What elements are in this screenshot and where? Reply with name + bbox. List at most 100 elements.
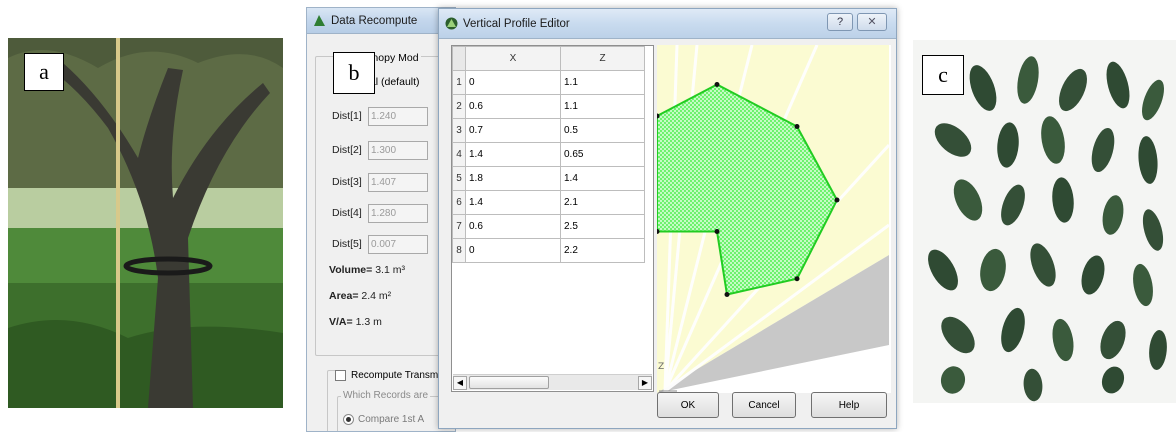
leaf <box>1149 330 1167 370</box>
leaf <box>1101 366 1125 394</box>
row-header[interactable]: 3 <box>452 118 466 143</box>
row-header[interactable]: 4 <box>452 142 466 167</box>
x-cell[interactable]: 0 <box>465 238 561 263</box>
leaf <box>1102 195 1124 235</box>
x-cell[interactable]: 0.6 <box>465 214 561 239</box>
profile-plot[interactable]: Z <box>657 45 891 393</box>
z-cell[interactable]: 2.2 <box>560 238 645 263</box>
dist-row-4: Dist[4] 1.280 <box>332 203 428 223</box>
leaf <box>1017 56 1039 104</box>
leaf <box>941 316 975 354</box>
profile-vertex-5[interactable] <box>834 197 840 203</box>
recompute-checkbox[interactable]: Recompute Transm <box>335 370 441 382</box>
data-recompute-window: Data Recompute Canopy Mod tal (default) … <box>306 7 456 432</box>
z-cell[interactable]: 2.1 <box>560 190 645 215</box>
leaf <box>1091 127 1115 173</box>
leaf <box>997 122 1019 168</box>
row-header[interactable]: 7 <box>452 214 466 239</box>
dist-field-5[interactable]: 0.007 <box>368 234 428 254</box>
table-row: 7 0.6 2.5 <box>452 214 645 239</box>
leaf <box>953 179 983 221</box>
x-cell[interactable]: 0 <box>465 70 561 95</box>
leaf <box>1041 116 1065 164</box>
row-header[interactable]: 5 <box>452 166 466 191</box>
panel-label-c: c <box>922 55 964 95</box>
leaf <box>1106 61 1130 109</box>
leaf <box>969 65 997 111</box>
close-button[interactable]: ✕ <box>857 13 887 31</box>
area-readout: Area= 2.4 m² <box>329 290 392 302</box>
data-recompute-titlebar: Data Recompute <box>307 8 455 34</box>
leaf <box>1052 318 1074 362</box>
app-icon <box>314 15 325 26</box>
horizontal-scrollbar[interactable]: ◀ ▶ <box>453 374 652 390</box>
row-header[interactable]: 8 <box>452 238 466 263</box>
column-header-x[interactable]: X <box>465 46 561 71</box>
dist-row-2: Dist[2] 1.300 <box>332 140 428 160</box>
scroll-left-icon[interactable]: ◀ <box>453 375 467 390</box>
table-row: 6 1.4 2.1 <box>452 190 645 215</box>
dist-field-3[interactable]: 1.407 <box>368 172 428 192</box>
x-cell[interactable]: 0.6 <box>465 94 561 119</box>
leaf <box>928 249 958 291</box>
dist-field-1[interactable]: 1.240 <box>368 106 428 126</box>
z-cell[interactable]: 1.4 <box>560 166 645 191</box>
scroll-thumb[interactable] <box>469 376 549 389</box>
x-cell[interactable]: 1.4 <box>465 142 561 167</box>
app-icon <box>445 17 458 30</box>
data-recompute-title: Data Recompute <box>331 14 418 27</box>
compare-radio[interactable]: Compare 1st A <box>343 414 424 425</box>
leaf <box>1030 243 1056 287</box>
tree-photo <box>8 38 283 408</box>
z-cell[interactable]: 0.5 <box>560 118 645 143</box>
leaf <box>1059 68 1087 112</box>
leaf <box>1001 184 1025 226</box>
profile-vertex-6[interactable] <box>794 124 800 129</box>
leaf <box>934 123 972 157</box>
checkbox-icon <box>335 370 346 381</box>
help-button[interactable]: Help <box>811 392 887 418</box>
leaf <box>1001 307 1025 353</box>
leaf <box>980 248 1006 292</box>
grid-corner <box>452 46 466 71</box>
x-cell[interactable]: 1.8 <box>465 166 561 191</box>
volume-readout: Volume= 3.1 m³ <box>329 264 405 276</box>
leaf <box>1081 255 1105 295</box>
dist-field-2[interactable]: 1.300 <box>368 140 428 160</box>
ok-button[interactable]: OK <box>657 392 719 418</box>
table-row: 3 0.7 0.5 <box>452 118 645 143</box>
z-cell[interactable]: 0.65 <box>560 142 645 167</box>
z-axis-label: Z <box>658 362 664 372</box>
table-row: 4 1.4 0.65 <box>452 142 645 167</box>
panel-label-b: b <box>333 52 375 94</box>
panel-label-a: a <box>24 53 64 91</box>
leaf <box>1142 209 1164 251</box>
leaf <box>1052 177 1074 223</box>
row-header[interactable]: 2 <box>452 94 466 119</box>
leaf <box>1142 79 1164 121</box>
cancel-button[interactable]: Cancel <box>732 392 796 418</box>
x-cell[interactable]: 0.7 <box>465 118 561 143</box>
leaf <box>1133 263 1153 307</box>
row-header[interactable]: 6 <box>452 190 466 215</box>
x-cell[interactable]: 1.4 <box>465 190 561 215</box>
profile-vertex-4[interactable] <box>794 276 800 282</box>
dist-field-4[interactable]: 1.280 <box>368 203 428 223</box>
help-title-button[interactable]: ? <box>827 13 853 31</box>
z-cell[interactable]: 1.1 <box>560 70 645 95</box>
z-cell[interactable]: 2.5 <box>560 214 645 239</box>
table-row: 8 0 2.2 <box>452 238 645 263</box>
row-header[interactable]: 1 <box>452 70 466 95</box>
scroll-right-icon[interactable]: ▶ <box>638 375 652 390</box>
profile-vertex-7[interactable] <box>714 82 720 87</box>
table-row: 5 1.8 1.4 <box>452 166 645 191</box>
profile-table: X Z 1 0 1.1 2 0.6 1.1 3 0.7 0.5 4 1.4 0. <box>451 45 654 392</box>
dist-row-5: Dist[5] 0.007 <box>332 234 428 254</box>
leaf <box>940 366 966 394</box>
column-header-z[interactable]: Z <box>560 46 645 71</box>
profile-vertex-2[interactable] <box>714 229 720 234</box>
leaf <box>1100 320 1126 360</box>
z-cell[interactable]: 1.1 <box>560 94 645 119</box>
profile-vertex-3[interactable] <box>724 292 730 297</box>
which-records-label: Which Records are <box>341 390 431 401</box>
